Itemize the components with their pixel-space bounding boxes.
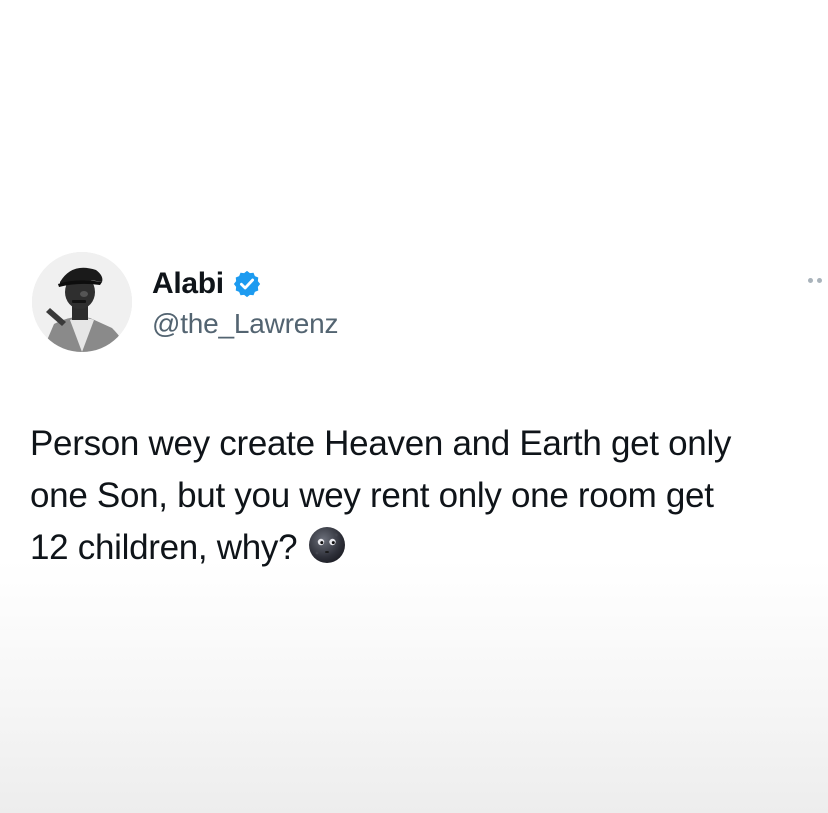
author-name-row: Alabi: [152, 264, 262, 304]
tweet-text-line-3-wrap: 12 children, why?: [30, 522, 828, 580]
tweet-text: Person wey create Heaven and Earth get o…: [30, 418, 828, 580]
verified-badge-icon: [232, 269, 262, 299]
more-options-icon[interactable]: [808, 278, 822, 283]
author-display-name[interactable]: Alabi: [152, 267, 224, 301]
new-moon-face-icon: [307, 525, 347, 580]
avatar-photo: [32, 252, 132, 352]
tweet-text-line-3: 12 children, why?: [30, 528, 298, 567]
tweet-text-line-1: Person wey create Heaven and Earth get o…: [30, 424, 732, 463]
tweet-text-line-2: one Son, but you wey rent only one room …: [30, 476, 714, 515]
more-dot: [817, 278, 822, 283]
avatar[interactable]: [32, 252, 132, 352]
more-dot: [808, 278, 813, 283]
tweet-card: Alabi @the_Lawrenz Person wey create Hea…: [0, 0, 828, 813]
author-handle[interactable]: @the_Lawrenz: [152, 308, 339, 340]
